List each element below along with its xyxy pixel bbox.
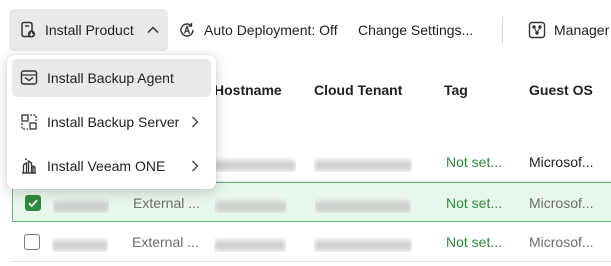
change-settings-label: Change Settings... xyxy=(358,22,474,38)
cloud-tenant-cell xyxy=(314,156,412,172)
install-package-icon xyxy=(19,21,37,39)
manager-button[interactable]: Manager xyxy=(528,9,609,51)
install-product-label: Install Product xyxy=(45,22,134,38)
menu-item-label: Install Backup Agent xyxy=(47,70,174,86)
menu-item-install-backup-agent[interactable]: Install Backup Agent xyxy=(12,59,211,97)
veeam-one-icon xyxy=(20,157,38,175)
menu-item-label: Install Backup Server xyxy=(47,114,180,130)
column-header-cloud-tenant[interactable]: Cloud Tenant xyxy=(314,82,402,98)
hostname-cell xyxy=(214,236,286,252)
hostname-cell xyxy=(214,156,296,172)
change-settings-button[interactable]: Change Settings... xyxy=(358,9,473,51)
install-product-menu: Install Backup Agent Install Backup Serv… xyxy=(7,55,216,189)
chevron-up-icon xyxy=(146,23,160,37)
hostname-cell xyxy=(215,197,287,213)
tag-cell[interactable]: Not set... xyxy=(446,234,502,250)
auto-deploy-icon xyxy=(178,21,196,39)
menu-item-install-veeam-one[interactable]: Install Veeam ONE xyxy=(12,147,211,185)
guest-os-cell: Microsof... xyxy=(529,195,594,211)
row-checkbox[interactable] xyxy=(24,234,40,250)
manager-icon xyxy=(528,21,546,39)
cloud-tenant-cell xyxy=(314,236,412,252)
column-header-guest-os[interactable]: Guest OS xyxy=(529,82,593,98)
guest-os-cell: Microsof... xyxy=(529,154,594,170)
guest-os-cell: Microsof... xyxy=(529,234,594,250)
column-header-tag[interactable]: Tag xyxy=(444,82,468,98)
name-cell xyxy=(52,236,108,252)
chevron-right-icon xyxy=(189,115,201,129)
toolbar-divider xyxy=(502,17,503,43)
checkmark-icon xyxy=(28,199,38,208)
name-cell xyxy=(53,197,109,213)
type-cell: External ... xyxy=(133,195,200,211)
menu-item-install-backup-server[interactable]: Install Backup Server xyxy=(12,103,211,141)
tag-cell[interactable]: Not set... xyxy=(446,195,502,211)
auto-deployment-label: Auto Deployment: Off xyxy=(204,22,338,38)
chevron-right-icon xyxy=(189,159,201,173)
manager-label: Manager xyxy=(554,22,610,38)
toolbar: Install Product Auto Deployment: Off Cha… xyxy=(0,0,611,62)
install-product-button[interactable]: Install Product xyxy=(9,9,168,51)
auto-deployment-button[interactable]: Auto Deployment: Off xyxy=(178,9,338,51)
menu-item-label: Install Veeam ONE xyxy=(47,158,166,174)
backup-agent-icon xyxy=(20,69,38,87)
tag-cell[interactable]: Not set... xyxy=(446,154,502,170)
backup-server-icon xyxy=(20,113,38,131)
row-checkbox[interactable] xyxy=(25,195,41,211)
table-row[interactable]: External ... Not set... Microsof... xyxy=(10,222,611,262)
type-cell: External ... xyxy=(132,234,199,250)
column-header-hostname[interactable]: Hostname xyxy=(214,82,282,98)
cloud-tenant-cell xyxy=(315,197,411,213)
